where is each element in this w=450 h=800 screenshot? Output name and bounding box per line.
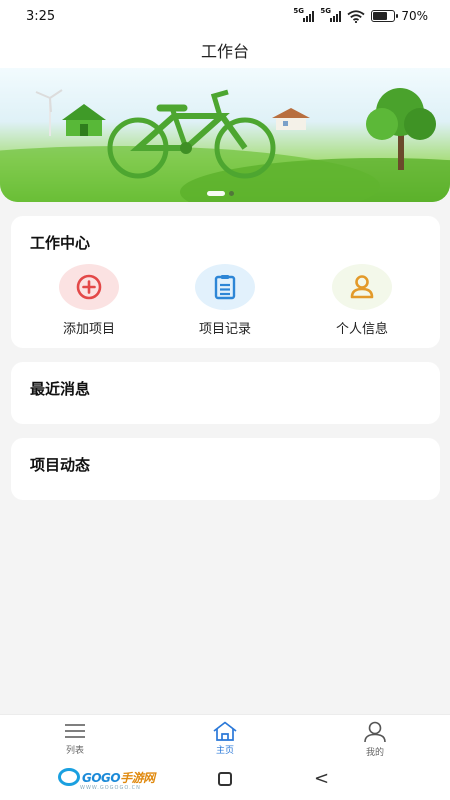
- page-title: 工作台: [200, 42, 249, 61]
- recent-news-title: 最近消息: [30, 380, 91, 398]
- banner-image: [0, 88, 450, 202]
- list-icon: [65, 724, 85, 738]
- add-project-label: 添加项目: [62, 322, 115, 337]
- project-updates-card[interactable]: 项目动态: [11, 438, 440, 500]
- tab-list-label: 列表: [65, 746, 84, 756]
- tab-home-label: 主页: [215, 746, 234, 756]
- wifi-icon: [347, 9, 365, 23]
- work-center-title: 工作中心: [30, 234, 91, 252]
- add-project-button[interactable]: 添加项目: [39, 264, 139, 337]
- watermark-brand-b: 手游网: [120, 770, 155, 785]
- project-records-label: 项目记录: [198, 322, 251, 337]
- watermark-text: GOGO手游网: [82, 769, 155, 786]
- top-app-bar: 工作台: [0, 32, 450, 68]
- home-icon: [213, 721, 237, 741]
- tab-home[interactable]: 主页: [150, 715, 300, 760]
- user-icon: [364, 721, 386, 743]
- personal-info-label: 个人信息: [335, 322, 388, 337]
- network-type-label: 5G: [293, 6, 304, 15]
- battery-percent: 70%: [401, 9, 428, 23]
- tab-mine-label: 我的: [365, 748, 384, 758]
- system-nav-bar: GOGO手游网 WWW.GOGOGO.CN <: [0, 760, 450, 800]
- tab-mine[interactable]: 我的: [300, 715, 450, 760]
- battery-icon: [371, 10, 399, 22]
- carousel-dot-active[interactable]: [207, 191, 225, 196]
- personal-info-button[interactable]: 个人信息: [312, 264, 412, 337]
- watermark-logo: GOGO手游网: [58, 768, 155, 786]
- person-icon: [332, 264, 392, 310]
- recent-news-card[interactable]: 最近消息: [11, 362, 440, 424]
- banner-carousel[interactable]: [0, 68, 450, 202]
- cellular-signal-icon: 5G: [320, 7, 342, 22]
- status-time: 3:25: [26, 8, 56, 24]
- bottom-tab-bar: 列表 主页 我的: [0, 714, 450, 760]
- tab-list[interactable]: 列表: [0, 715, 150, 760]
- project-updates-title: 项目动态: [30, 456, 91, 474]
- add-circle-icon: [59, 264, 119, 310]
- watermark-circle-icon: [58, 768, 80, 786]
- network-type-label: 5G: [320, 6, 331, 15]
- carousel-dot[interactable]: [229, 191, 234, 196]
- carousel-indicator: [207, 191, 234, 196]
- recent-apps-button[interactable]: [218, 772, 232, 786]
- cellular-signal-icon: 5G: [293, 7, 315, 22]
- status-bar: 3:25 5G 5G 70%: [0, 0, 450, 32]
- watermark-brand-a: GOGO: [82, 770, 121, 785]
- back-button[interactable]: <: [314, 768, 329, 789]
- work-center-card: 工作中心 添加项目 项目记录 个人信息: [11, 216, 440, 348]
- status-indicators: 5G 5G 70%: [293, 7, 428, 24]
- project-records-button[interactable]: 项目记录: [175, 264, 275, 337]
- watermark-url: WWW.GOGOGO.CN: [80, 785, 141, 791]
- document-list-icon: [195, 264, 255, 310]
